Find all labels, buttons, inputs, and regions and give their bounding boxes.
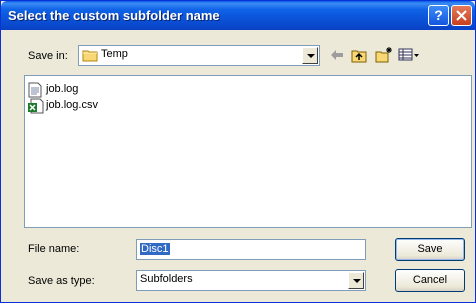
chevron-down-icon[interactable] <box>348 272 364 289</box>
new-folder-icon[interactable] <box>375 46 393 63</box>
window-title: Select the custom subfolder name <box>8 8 220 23</box>
text-file-icon <box>28 82 42 98</box>
file-name: job.log <box>46 83 79 95</box>
file-name-value: Disc1 <box>140 243 170 255</box>
save-dialog: Select the custom subfolder name ? Save … <box>0 0 476 303</box>
file-list[interactable]: job.log job.log.csv <box>24 75 472 228</box>
save-in-value: Temp <box>101 48 128 60</box>
save-button[interactable]: Save <box>395 238 465 261</box>
back-arrow-icon[interactable] <box>330 49 344 61</box>
file-name-label: File name: <box>28 243 80 255</box>
excel-file-icon <box>28 98 44 114</box>
close-button[interactable] <box>451 5 472 26</box>
cancel-button[interactable]: Cancel <box>395 269 465 292</box>
view-menu-icon[interactable] <box>398 47 420 63</box>
save-as-type-label: Save as type: <box>28 275 95 287</box>
save-in-label: Save in: <box>28 50 68 62</box>
file-name: job.log.csv <box>46 99 98 111</box>
help-button[interactable]: ? <box>428 5 449 26</box>
file-name-input[interactable]: Disc1 <box>136 239 366 260</box>
up-folder-icon[interactable] <box>351 47 367 63</box>
chevron-down-icon[interactable] <box>302 47 318 64</box>
save-as-type-value: Subfolders <box>140 273 193 285</box>
close-icon <box>456 10 467 21</box>
save-in-dropdown[interactable]: Temp <box>78 45 320 66</box>
save-as-type-dropdown[interactable]: Subfolders <box>136 270 366 291</box>
folder-icon <box>82 50 98 62</box>
title-bar[interactable]: Select the custom subfolder name ? <box>1 1 475 30</box>
